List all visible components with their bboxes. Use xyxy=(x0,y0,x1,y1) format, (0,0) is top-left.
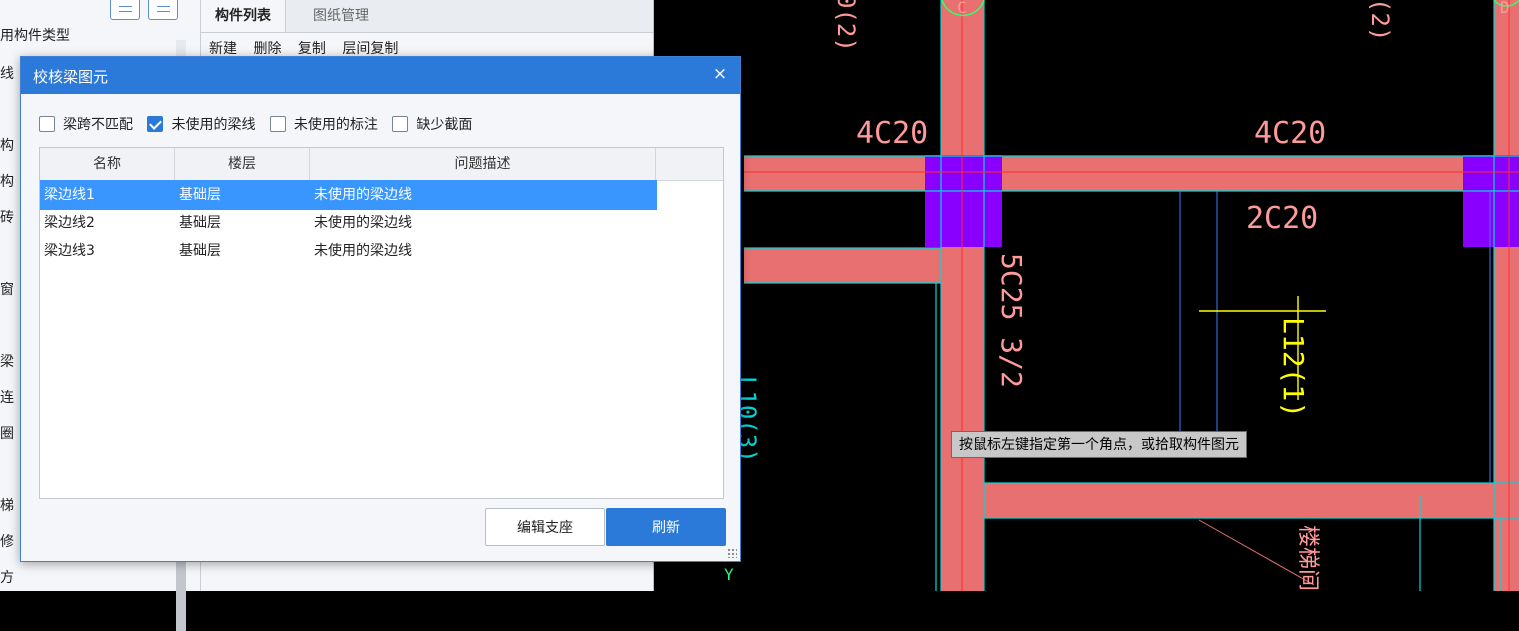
column-header-floor[interactable]: 楼层 xyxy=(175,148,310,180)
table-cell-desc: 未使用的梁边线 xyxy=(314,187,412,203)
label-top-frag-b: (2) xyxy=(1366,0,1394,41)
issues-table: 名称 楼层 问题描述 梁边线1 基础层 未使用的梁边线 梁边线2 基础层 未使用的梁边线梁… xyxy=(39,147,724,499)
copy-button[interactable]: 复制 xyxy=(298,41,326,57)
close-icon[interactable]: × xyxy=(710,64,730,84)
filter-missing-section[interactable]: 缺少截面 xyxy=(392,114,472,134)
filter-span-mismatch[interactable]: 梁跨不匹配 xyxy=(39,114,133,134)
checkbox-checked-icon[interactable] xyxy=(147,116,164,132)
checkbox-icon[interactable] xyxy=(39,116,55,132)
table-cell-floor: 基础层 xyxy=(179,187,221,203)
cursor-tooltip: 按鼠标左键指定第一个角点，或拾取构件图元 xyxy=(951,431,1247,458)
tab-component-list[interactable]: 构件列表 xyxy=(201,0,286,32)
component-type-item[interactable]: 构 xyxy=(0,135,14,155)
component-type-item[interactable]: 连 xyxy=(0,387,14,407)
beam-horizontal-top xyxy=(744,156,1519,191)
axis-bubble-c-label: C xyxy=(957,0,967,17)
label-stair: 楼梯间 xyxy=(1295,525,1320,591)
beam-horizontal-left xyxy=(744,248,941,283)
component-type-item[interactable]: 方 xyxy=(0,567,14,587)
component-type-item[interactable]: 构 xyxy=(0,171,14,191)
filter-checkboxes: 梁跨不匹配 未使用的梁线 未使用的标注 缺少截面 xyxy=(39,114,482,136)
cad-drawing-canvas[interactable]: C D 4C20 4C20 2C20 5C25 3/2 L12(1) 0(2) … xyxy=(654,0,1519,591)
delete-button[interactable]: 删除 xyxy=(253,41,281,57)
table-row[interactable]: 梁边线2 基础层 未使用的梁边线 xyxy=(40,208,657,238)
table-cell-floor: 基础层 xyxy=(179,215,221,231)
filter-unused-beam-line[interactable]: 未使用的梁线 xyxy=(147,114,255,134)
panel-tabs: 构件列表 图纸管理 xyxy=(201,0,653,33)
label-2c20: 2C20 xyxy=(1246,201,1318,236)
table-cell-desc: 未使用的梁边线 xyxy=(314,243,412,259)
table-cell-desc: 未使用的梁边线 xyxy=(314,215,412,231)
component-type-item[interactable]: 线 xyxy=(0,63,14,83)
table-cell-name: 梁边线3 xyxy=(44,243,95,259)
table-row[interactable]: 梁边线1 基础层 未使用的梁边线 xyxy=(40,180,657,210)
refresh-button[interactable]: 刷新 xyxy=(606,508,726,546)
edit-support-button[interactable]: 编辑支座 xyxy=(485,508,605,546)
table-header: 名称 楼层 问题描述 xyxy=(40,148,723,181)
resize-grip-icon[interactable] xyxy=(727,548,737,558)
label-4c20-right: 4C20 xyxy=(1254,116,1326,151)
checkbox-icon[interactable] xyxy=(392,116,409,132)
column-right xyxy=(1463,155,1519,247)
column-header-description[interactable]: 问题描述 xyxy=(310,148,656,180)
table-cell-floor: 基础层 xyxy=(179,243,221,259)
dialog-title: 校核梁图元 xyxy=(33,68,109,86)
label-top-frag-a: 0(2) xyxy=(832,0,860,52)
component-type-item[interactable]: 窗 xyxy=(0,279,14,299)
component-toolbar: 新建 删除 复制 层间复制 xyxy=(209,38,410,58)
component-type-item[interactable]: 梁 xyxy=(0,351,14,371)
detail-view-icon[interactable] xyxy=(148,0,178,20)
filter-unused-annotation[interactable]: 未使用的标注 xyxy=(269,114,378,134)
cad-drawing: C D 4C20 4C20 2C20 5C25 3/2 L12(1) 0(2) … xyxy=(724,0,1519,591)
checkbox-icon[interactable] xyxy=(269,116,286,132)
label-l12: L12(1) xyxy=(1277,317,1310,418)
beam-horizontal-bottom xyxy=(941,483,1519,518)
table-cell-name: 梁边线2 xyxy=(44,215,95,231)
list-view-icon[interactable] xyxy=(110,0,140,20)
floor-copy-button[interactable]: 层间复制 xyxy=(342,41,398,57)
column-header-name[interactable]: 名称 xyxy=(40,148,175,180)
column-left xyxy=(925,155,1002,247)
component-type-item[interactable]: 梯 xyxy=(0,495,14,515)
label-axis-y: Y xyxy=(724,565,734,584)
table-row[interactable]: 梁边线3 基础层 未使用的梁边线 xyxy=(40,236,657,266)
axis-bubble-d-label: D xyxy=(1500,0,1510,17)
new-button[interactable]: 新建 xyxy=(209,41,237,57)
table-cell-name: 梁边线1 xyxy=(44,187,95,203)
component-type-item[interactable]: 圈 xyxy=(0,423,14,443)
tab-drawing-management[interactable]: 图纸管理 xyxy=(299,0,383,32)
label-5c25: 5C25 3/2 xyxy=(995,253,1028,388)
component-type-item[interactable]: 用构件类型 xyxy=(0,25,70,45)
check-beam-dialog: 校核梁图元 × 梁跨不匹配 未使用的梁线 未使用的标注 缺少截面 名称 楼层 问… xyxy=(20,56,741,562)
label-4c20-left: 4C20 xyxy=(856,116,928,151)
dialog-title-bar[interactable]: 校核梁图元 × xyxy=(21,57,740,94)
component-type-item[interactable]: 砖 xyxy=(0,207,14,227)
component-type-item[interactable]: 修 xyxy=(0,531,14,551)
